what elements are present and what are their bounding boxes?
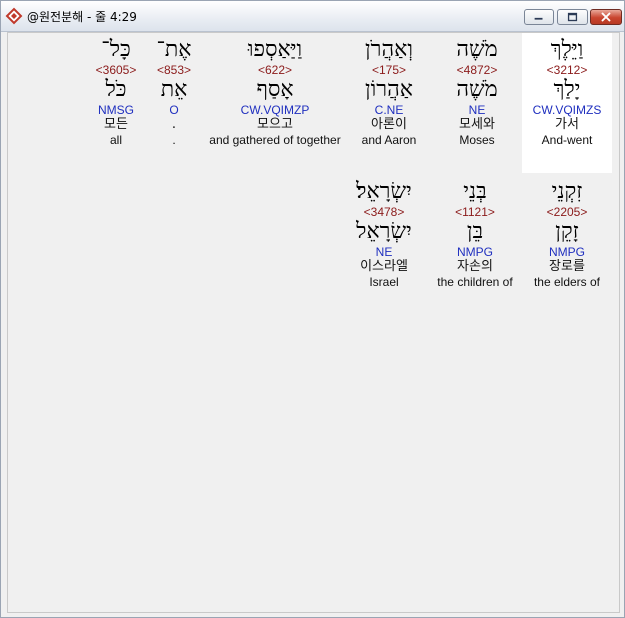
hebrew-word: יִשְׂרָאֵל׃ <box>356 179 412 204</box>
word-cell[interactable]: וַיַּאַסְפוּ <622> אָסַף CW.VQIMZP 모으고 a… <box>204 33 346 173</box>
close-button[interactable] <box>590 9 622 25</box>
hebrew-word: וַיֵּלֶךְ <box>550 37 584 62</box>
korean-gloss: . <box>171 117 177 132</box>
strong-number: <622> <box>257 63 293 77</box>
maximize-button[interactable] <box>557 9 588 25</box>
english-gloss: Moses <box>459 133 495 147</box>
title-bar[interactable]: @원전분해 - 줄 4:29 <box>1 1 624 32</box>
parsing-code: NMPG <box>457 245 493 259</box>
parsing-code: CW.VQIMZP <box>240 103 310 117</box>
korean-gloss: 모든 <box>104 117 128 132</box>
hebrew-root: אַהֲרוֹן <box>365 77 413 102</box>
word-cell[interactable]: וַיֵּלֶךְ <3212> יָלַךְ CW.VQIMZS 가서 And… <box>522 33 612 173</box>
maximize-icon <box>567 12 578 22</box>
hebrew-root: מֹשֶׁה <box>456 77 498 102</box>
english-gloss: . <box>172 133 176 147</box>
minimize-button[interactable] <box>524 9 554 25</box>
hebrew-word: בְּנֵי <box>463 179 487 204</box>
strong-number: <3478> <box>363 205 405 219</box>
parsing-code: NE <box>468 103 486 117</box>
hebrew-word: מֹשֶׁה <box>456 37 498 62</box>
word-cell[interactable]: וְאַהֲרֹן <175> אַהֲרוֹן C.NE 아론이 and Aa… <box>346 33 432 173</box>
window-title: @원전분해 - 줄 4:29 <box>27 10 137 24</box>
parsing-code: C.NE <box>374 103 404 117</box>
strong-number: <4872> <box>456 63 498 77</box>
english-gloss: and gathered of together <box>209 133 341 147</box>
english-gloss: all <box>109 133 122 147</box>
hebrew-word: כָּל־ <box>101 37 131 62</box>
strong-number: <3605> <box>95 63 137 77</box>
english-gloss: And-went <box>541 133 593 147</box>
parsing-code: NMPG <box>549 245 585 259</box>
strong-number: <175> <box>371 63 407 77</box>
hebrew-word: וַיַּאַסְפוּ <box>247 37 303 62</box>
korean-gloss: 이스라엘 <box>360 259 408 274</box>
app-window: @원전분해 - 줄 4:29 וַיֵּלֶךְ <3212> יָלַךְ C… <box>0 0 625 618</box>
strong-number: <2205> <box>546 205 588 219</box>
bible-app-icon <box>5 7 23 25</box>
word-cell[interactable]: אֶת־ <853> אֵת O . . <box>146 33 202 173</box>
hebrew-root: אֵת <box>160 77 188 102</box>
strong-number: <1121> <box>455 205 495 219</box>
word-cell[interactable]: מֹשֶׁה <4872> מֹשֶׁה NE 모세와 Moses <box>432 33 522 173</box>
hebrew-root: יִשְׂרָאֵל <box>356 219 412 244</box>
parsing-code: O <box>169 103 179 117</box>
parsing-code: NMSG <box>98 103 134 117</box>
word-cell[interactable]: יִשְׂרָאֵל׃ <3478> יִשְׂרָאֵל NE 이스라엘 Is… <box>340 175 428 315</box>
hebrew-word: וְאַהֲרֹן <box>365 37 413 62</box>
close-icon <box>601 12 611 22</box>
korean-gloss: 자손의 <box>457 259 493 274</box>
word-cell[interactable]: כָּל־ <3605> כֹּל NMSG 모든 all <box>88 33 144 173</box>
korean-gloss: 가서 <box>555 117 579 132</box>
strong-number: <853> <box>156 63 192 77</box>
hebrew-root: כֹּל <box>105 77 127 102</box>
hebrew-root: יָלַךְ <box>553 77 581 102</box>
english-gloss: and Aaron <box>361 133 417 147</box>
strong-number: <3212> <box>546 63 588 77</box>
interlinear-panel: וַיֵּלֶךְ <3212> יָלַךְ CW.VQIMZS 가서 And… <box>7 32 620 613</box>
parsing-code: NE <box>375 245 393 259</box>
parsing-code: CW.VQIMZS <box>532 103 602 117</box>
hebrew-word: זִקְנֵי <box>551 179 583 204</box>
hebrew-root: אָסַף <box>256 77 294 102</box>
english-gloss: Israel <box>369 275 399 289</box>
korean-gloss: 모세와 <box>459 117 495 132</box>
korean-gloss: 장로를 <box>549 259 585 274</box>
word-cell[interactable]: בְּנֵי <1121> בֵּן NMPG 자손의 the children… <box>428 175 522 315</box>
english-gloss: the children of <box>437 275 513 289</box>
korean-gloss: 모으고 <box>257 117 293 132</box>
korean-gloss: 아론이 <box>371 117 407 132</box>
hebrew-root: בֵּן <box>466 219 484 244</box>
word-cell[interactable]: זִקְנֵי <2205> זָקֵן NMPG 장로를 the elders… <box>522 175 612 315</box>
hebrew-word: אֶת־ <box>156 37 192 62</box>
minimize-icon <box>534 17 543 20</box>
english-gloss: the elders of <box>533 275 601 289</box>
hebrew-root: זָקֵן <box>555 219 579 244</box>
